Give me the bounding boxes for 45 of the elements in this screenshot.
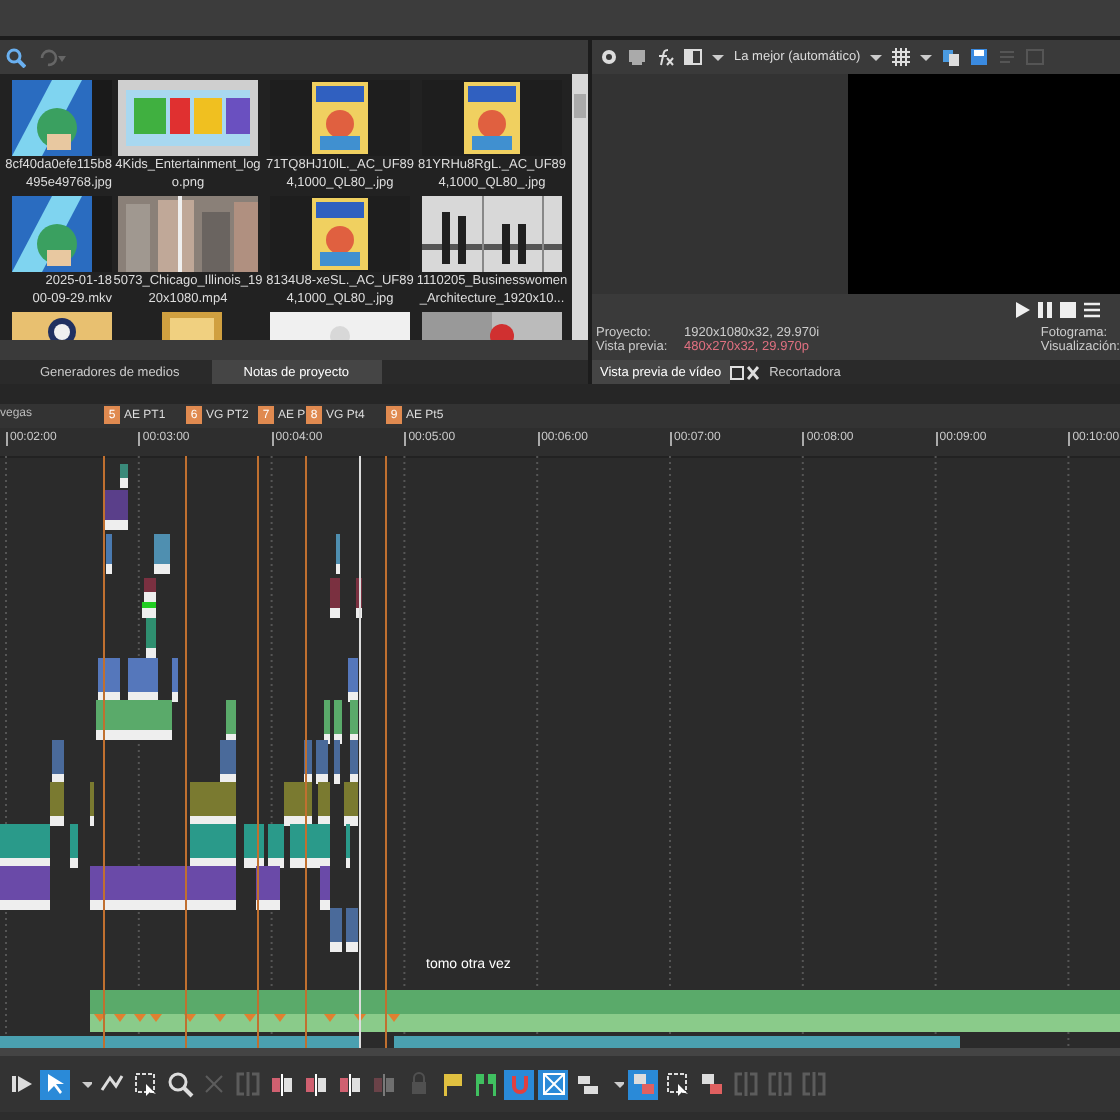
tool-button[interactable] bbox=[628, 1069, 658, 1099]
tool-button[interactable] bbox=[300, 1069, 330, 1099]
group-icon bbox=[697, 1070, 725, 1098]
delete-icon bbox=[199, 1070, 227, 1098]
tool-button[interactable] bbox=[696, 1069, 726, 1099]
tool-button[interactable] bbox=[470, 1069, 500, 1099]
effects-icon[interactable] bbox=[656, 48, 674, 66]
monitor-icon[interactable] bbox=[628, 48, 646, 66]
scrollbar[interactable] bbox=[572, 74, 588, 340]
caret-icon[interactable] bbox=[712, 51, 724, 63]
settings-icon[interactable] bbox=[600, 48, 618, 66]
search-icon[interactable] bbox=[6, 47, 26, 67]
split-screen-icon[interactable] bbox=[684, 48, 702, 66]
split-icon bbox=[335, 1070, 363, 1098]
window-icon[interactable] bbox=[729, 365, 744, 379]
select-icon bbox=[663, 1070, 691, 1098]
group-icon bbox=[629, 1070, 657, 1098]
tool-button[interactable] bbox=[662, 1069, 692, 1099]
menu-icon[interactable] bbox=[1084, 302, 1100, 318]
region-icon bbox=[471, 1070, 499, 1098]
zoom-icon bbox=[165, 1070, 193, 1098]
tool-button[interactable] bbox=[334, 1069, 364, 1099]
trim-icon bbox=[765, 1070, 793, 1098]
caret-icon[interactable] bbox=[920, 51, 933, 63]
caret-icon[interactable] bbox=[870, 51, 883, 63]
trim-icon bbox=[799, 1070, 827, 1098]
close-icon[interactable] bbox=[743, 365, 762, 379]
trim-icon bbox=[731, 1070, 759, 1098]
select-icon bbox=[131, 1070, 159, 1098]
copy-icon[interactable] bbox=[942, 48, 961, 66]
split-icon bbox=[267, 1070, 295, 1098]
tool-button[interactable] bbox=[164, 1069, 194, 1099]
video-event[interactable] bbox=[0, 1036, 960, 1048]
ripple-icon bbox=[573, 1070, 601, 1098]
split-icon bbox=[301, 1070, 329, 1098]
save-icon[interactable] bbox=[970, 48, 989, 66]
tool-button[interactable] bbox=[266, 1069, 296, 1099]
split-icon bbox=[369, 1070, 397, 1098]
grid-icon[interactable] bbox=[892, 48, 911, 66]
play-icon[interactable] bbox=[1016, 302, 1030, 318]
tool-button[interactable] bbox=[40, 1069, 70, 1099]
trim-icon bbox=[233, 1070, 261, 1098]
pause-icon[interactable] bbox=[1038, 302, 1052, 318]
tool-button[interactable] bbox=[130, 1069, 160, 1099]
play-icon bbox=[7, 1070, 35, 1098]
